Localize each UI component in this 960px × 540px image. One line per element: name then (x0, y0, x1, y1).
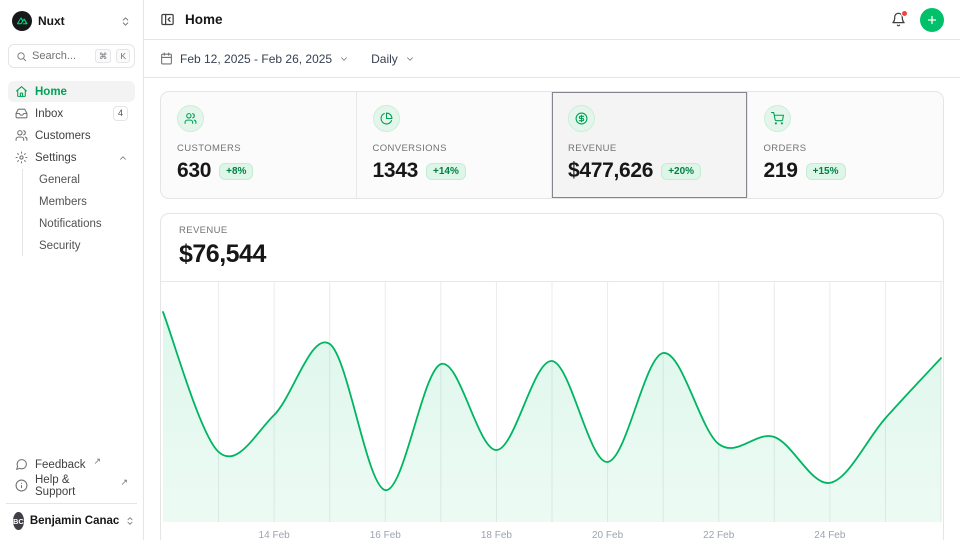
sidebar-item-label: Inbox (35, 108, 106, 120)
x-tick-label: 18 Feb (481, 530, 512, 540)
home-icon (15, 85, 28, 98)
revenue-chart-card: REVENUE $76,544 (160, 213, 944, 540)
external-link-icon: ↗ (94, 456, 102, 467)
interval-select[interactable]: Daily (371, 52, 415, 66)
sidebar-item-label: Home (35, 86, 128, 98)
x-tick-label: 24 Feb (814, 530, 845, 540)
chevrons-up-down-icon (125, 516, 135, 526)
message-bubble-icon (15, 458, 28, 471)
sidebar-item-notifications[interactable]: Notifications (33, 213, 135, 234)
stat-value: $477,626 (568, 159, 653, 183)
chart-header: REVENUE $76,544 (161, 214, 943, 281)
stat-label: CONVERSIONS (373, 143, 536, 154)
sidebar-item-label: Feedback (35, 459, 86, 471)
chart-svg (161, 282, 943, 522)
stat-revenue[interactable]: REVENUE $477,626 +20% (552, 92, 748, 198)
app-window: Nuxt ⌘ K Home Inbo (0, 0, 960, 540)
sidebar-item-help-support[interactable]: Help & Support ↗ (8, 475, 135, 496)
dollar-circle-icon (568, 105, 595, 132)
sidebar-item-members[interactable]: Members (33, 191, 135, 212)
stat-label: REVENUE (568, 143, 731, 154)
search-input[interactable]: ⌘ K (8, 44, 135, 68)
workspace-name: Nuxt (38, 14, 114, 28)
calendar-icon (160, 52, 173, 65)
main-panel: Home Feb 12, 2025 - Feb 26, 2025 (144, 0, 960, 540)
chevron-down-icon (405, 54, 415, 64)
date-range-label: Feb 12, 2025 - Feb 26, 2025 (180, 52, 332, 66)
search-icon (16, 51, 27, 62)
sidebar-item-inbox[interactable]: Inbox 4 (8, 103, 135, 124)
kbd-meta: ⌘ (95, 49, 112, 63)
dashboard-content: CUSTOMERS 630 +8% CONVERSIONS 1343 +14% (144, 78, 960, 540)
users-icon (177, 105, 204, 132)
stat-value: 1343 (373, 159, 419, 183)
sidebar-item-label: Settings (35, 152, 111, 164)
settings-submenu: General Members Notifications Security (22, 169, 135, 256)
stat-value: 630 (177, 159, 211, 183)
delta-badge: +14% (426, 163, 466, 180)
sidebar-item-customers[interactable]: Customers (8, 125, 135, 146)
info-circle-icon (15, 479, 28, 492)
delta-badge: +20% (661, 163, 701, 180)
sidebar-item-general[interactable]: General (33, 169, 135, 190)
x-tick-label: 16 Feb (370, 530, 401, 540)
stat-orders[interactable]: ORDERS 219 +15% (748, 92, 944, 198)
avatar: BC (13, 512, 24, 530)
stat-conversions[interactable]: CONVERSIONS 1343 +14% (357, 92, 553, 198)
collapse-sidebar-icon[interactable] (160, 12, 175, 27)
x-tick-label: 22 Feb (703, 530, 734, 540)
sidebar-divider (6, 503, 137, 504)
chevron-down-icon (339, 54, 349, 64)
notification-dot (901, 10, 908, 17)
sidebar: Nuxt ⌘ K Home Inbo (0, 0, 144, 540)
gear-icon (15, 151, 28, 164)
user-name: Benjamin Canac (30, 515, 119, 527)
x-tick-label: 20 Feb (592, 530, 623, 540)
x-axis: 14 Feb 16 Feb 18 Feb 20 Feb 22 Feb 24 Feb (161, 522, 943, 540)
search-field[interactable] (32, 50, 90, 62)
chevrons-up-down-icon (120, 16, 131, 27)
x-tick-label: 14 Feb (259, 530, 290, 540)
sidebar-nav: Home Inbox 4 Customers Settings (8, 81, 135, 256)
filter-toolbar: Feb 12, 2025 - Feb 26, 2025 Daily (144, 40, 960, 78)
notifications-button[interactable] (891, 12, 906, 27)
nuxt-logo-icon (12, 11, 32, 31)
sidebar-item-home[interactable]: Home (8, 81, 135, 102)
chevron-up-icon (118, 153, 128, 163)
add-button[interactable] (920, 8, 944, 32)
plus-icon (926, 14, 938, 26)
stat-customers[interactable]: CUSTOMERS 630 +8% (161, 92, 357, 198)
cart-icon (764, 105, 791, 132)
external-link-icon: ↗ (120, 477, 128, 488)
pie-chart-icon (373, 105, 400, 132)
sidebar-item-label: Customers (35, 130, 128, 142)
delta-badge: +15% (806, 163, 846, 180)
page-title: Home (185, 12, 223, 27)
workspace-switcher[interactable]: Nuxt (8, 9, 135, 33)
revenue-area-chart (161, 282, 943, 522)
chart-current-value: $76,544 (179, 240, 925, 269)
sidebar-item-settings[interactable]: Settings (8, 147, 135, 168)
stat-value: 219 (764, 159, 798, 183)
sidebar-item-feedback[interactable]: Feedback ↗ (8, 454, 135, 475)
date-range-picker[interactable]: Feb 12, 2025 - Feb 26, 2025 (160, 52, 349, 66)
stat-label: ORDERS (764, 143, 928, 154)
sidebar-item-security[interactable]: Security (33, 235, 135, 256)
delta-badge: +8% (219, 163, 253, 180)
stat-label: CUSTOMERS (177, 143, 340, 154)
chart-title: REVENUE (179, 225, 925, 236)
inbox-icon (15, 107, 28, 120)
top-header: Home (144, 0, 960, 40)
user-menu[interactable]: BC Benjamin Canac (8, 510, 135, 532)
stats-row: CUSTOMERS 630 +8% CONVERSIONS 1343 +14% (160, 91, 944, 199)
interval-label: Daily (371, 52, 398, 66)
users-icon (15, 129, 28, 142)
kbd-k: K (116, 49, 130, 63)
sidebar-footer: Feedback ↗ Help & Support ↗ BC Benjamin … (8, 454, 135, 532)
sidebar-item-label: Help & Support (35, 474, 112, 498)
inbox-count-badge: 4 (113, 106, 128, 121)
